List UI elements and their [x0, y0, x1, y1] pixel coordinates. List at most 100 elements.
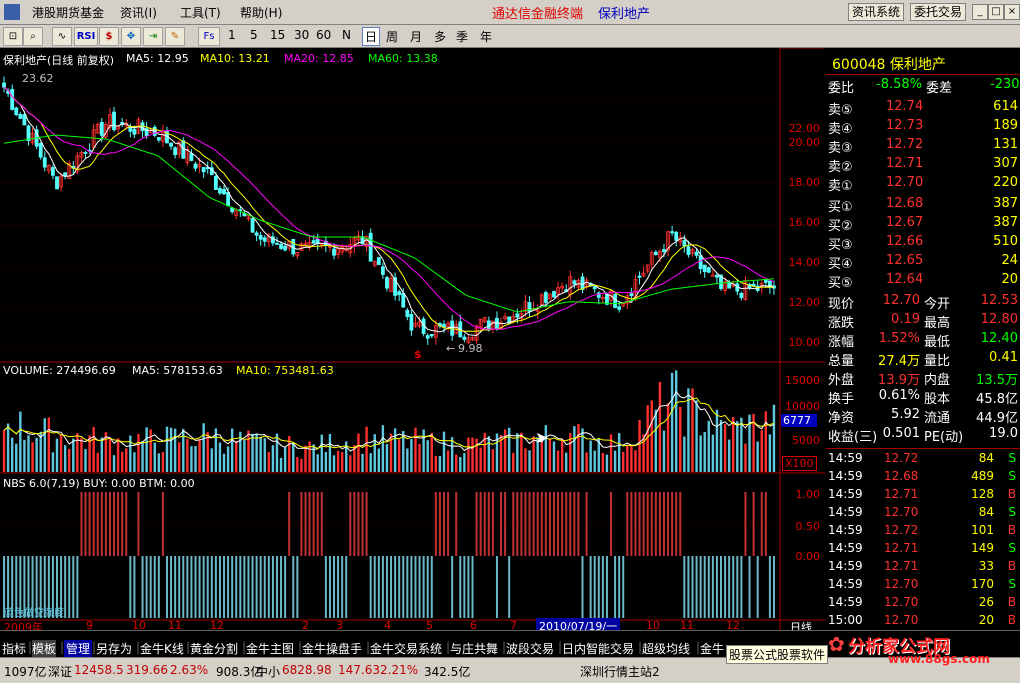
candle-body: [380, 266, 385, 275]
volume-bar: [218, 442, 222, 472]
low-label: 9.98: [458, 342, 483, 355]
period-60min[interactable]: 60: [316, 28, 331, 42]
nbs-buy-bar: [638, 492, 641, 556]
tab-7[interactable]: 金牛操盘手: [302, 640, 362, 657]
nbs-buy-bar: [516, 492, 519, 556]
period-month[interactable]: 月: [410, 28, 422, 45]
nbs-sell-bar: [263, 556, 266, 618]
kline-chart[interactable]: [0, 48, 825, 630]
tab-8[interactable]: 金牛交易系统: [370, 640, 442, 657]
trade-button[interactable]: 委托交易: [910, 3, 967, 21]
nbs-sell-bar: [324, 556, 327, 618]
chart-area[interactable]: 保利地产(日线 前复权) MA5: 12.95 MA10: 13.21 MA20…: [0, 48, 825, 634]
stat-label: 换手: [828, 392, 855, 407]
menu-item-tools[interactable]: 工具(T): [180, 4, 221, 21]
nbs-sell-bar: [687, 556, 690, 618]
period-year[interactable]: 年: [480, 28, 492, 45]
tick-side: S: [1008, 505, 1016, 519]
menu-item-info[interactable]: 资讯(I): [120, 4, 157, 21]
nbs-buy-bar: [667, 492, 670, 556]
pencil-icon[interactable]: ✎: [165, 27, 185, 46]
rsi-button[interactable]: RSI: [74, 27, 98, 46]
stat-label: 收益(三): [828, 430, 878, 445]
menu-item-funds[interactable]: 港股期货基金: [32, 4, 104, 21]
ask-row[interactable]: 卖③ 12.72 131: [826, 136, 1020, 156]
ask-row[interactable]: 卖② 12.71 307: [826, 155, 1020, 175]
ad-banner[interactable]: 股票公式股票软件: [726, 645, 829, 664]
ask-price: 12.71: [886, 156, 924, 171]
candle-body: [763, 279, 768, 283]
ask-price: 12.73: [886, 118, 924, 133]
stat-row: 总量 27.4万 量比 0.41: [826, 349, 1020, 369]
tick-volume: 149: [971, 541, 994, 555]
period-15min[interactable]: 15: [270, 28, 285, 42]
zoom-icon[interactable]: ⊡: [3, 27, 23, 46]
close-icon[interactable]: ×: [1004, 4, 1020, 20]
search-icon[interactable]: ⌕: [23, 27, 43, 46]
info-system-button[interactable]: 资讯系统: [848, 3, 905, 21]
period-week[interactable]: 周: [386, 28, 398, 45]
tab-6[interactable]: 金牛主图: [246, 640, 294, 657]
candle-body: [169, 142, 173, 147]
maximize-icon[interactable]: □: [988, 4, 1004, 20]
minimize-icon[interactable]: _: [972, 4, 988, 20]
volume-bar: [475, 438, 478, 472]
bid-row[interactable]: 买⑤ 12.64 20: [826, 271, 1020, 291]
import-icon[interactable]: ⇥: [143, 27, 163, 46]
nbs-sell-bar: [430, 556, 433, 618]
volume-bar: [157, 453, 161, 472]
fs-button[interactable]: Fs: [198, 27, 220, 46]
nbs-sell-bar: [385, 556, 388, 618]
volume-bar: [55, 438, 59, 472]
chart-icon[interactable]: ∿: [52, 27, 72, 46]
period-multi[interactable]: 多: [434, 28, 446, 45]
period-1min[interactable]: 1: [228, 28, 236, 42]
period-quarter[interactable]: 季: [456, 28, 468, 45]
ask-row[interactable]: 卖⑤ 12.74 614: [826, 98, 1020, 118]
tab-13[interactable]: 金牛: [700, 640, 724, 657]
candle-body: [22, 114, 27, 126]
candle-body: [173, 147, 178, 156]
nbs-sell-bar: [337, 556, 340, 618]
period-30min[interactable]: 30: [294, 28, 309, 42]
nbs-buy-bar: [353, 492, 356, 556]
stat-label: 涨幅: [828, 335, 855, 350]
tab-10[interactable]: 波段交易: [506, 640, 554, 657]
stat-label: 内盘: [924, 373, 951, 388]
ask-row[interactable]: 卖④ 12.73 189: [826, 117, 1020, 137]
nbs-sell-bar: [398, 556, 401, 618]
volume-bar: [120, 451, 124, 472]
tab-9[interactable]: 与庄共舞: [450, 640, 498, 657]
bid-row[interactable]: 买② 12.67 387: [826, 214, 1020, 234]
ask-price: 12.72: [886, 137, 924, 152]
period-day[interactable]: 日: [362, 27, 381, 46]
tab-5[interactable]: 黄金分割: [190, 640, 238, 657]
tab-2[interactable]: 管理: [64, 640, 93, 657]
tick-price: 12.72: [884, 451, 919, 465]
tab-1[interactable]: 模板: [32, 640, 57, 657]
nbs-sell-bar: [593, 556, 596, 618]
volume-bar: [691, 388, 694, 472]
period-5min[interactable]: 5: [250, 28, 258, 42]
tab-0[interactable]: 指标: [2, 640, 26, 657]
tab-11[interactable]: 日内智能交易: [562, 640, 634, 657]
price-tick: 16.00: [788, 216, 821, 229]
nbs-sell-bar: [707, 556, 710, 618]
ask-row[interactable]: 卖① 12.70 220: [826, 174, 1020, 194]
move-icon[interactable]: ✥: [121, 27, 141, 46]
bid-row[interactable]: 买④ 12.65 24: [826, 252, 1020, 272]
volume-bar: [165, 426, 169, 472]
dollar-icon[interactable]: $: [99, 27, 119, 46]
volume-bar: [275, 433, 279, 472]
quote-divider: [826, 448, 1020, 449]
tab-3[interactable]: 另存为: [96, 640, 132, 657]
nbs-buy-bar: [760, 492, 763, 556]
tab-4[interactable]: 金牛K线: [140, 640, 184, 657]
menu-item-help[interactable]: 帮助(H): [240, 4, 282, 21]
period-n[interactable]: N: [342, 28, 351, 42]
bid-row[interactable]: 买① 12.68 387: [826, 195, 1020, 215]
tab-12[interactable]: 超级均线: [642, 640, 690, 657]
nbs-sell-bar: [589, 556, 592, 618]
price-tick: 18.00: [788, 176, 821, 189]
bid-row[interactable]: 买③ 12.66 510: [826, 233, 1020, 253]
